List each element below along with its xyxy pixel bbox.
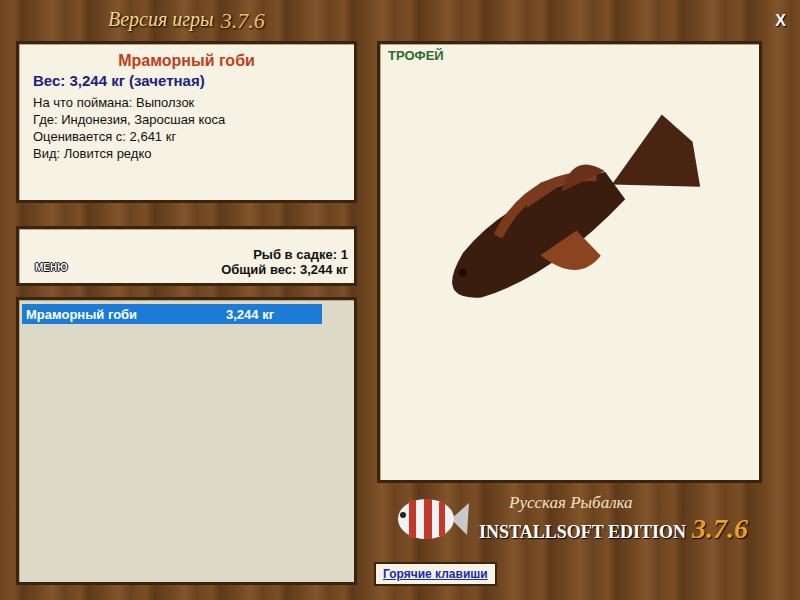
detail-line: Оценивается с: 2,641 кг <box>33 128 340 145</box>
catch-info-panel: Мраморный гоби Вес: 3,244 кг (зачетная) На… <box>16 41 357 203</box>
detail-line: На что поймана: Выползок <box>33 94 340 111</box>
detail-line: Вид: Ловится редко <box>33 145 340 162</box>
game-screen: Версия игры3.7.6 X Мраморный гоби Вес: 3,24… <box>0 0 800 600</box>
window-title: Версия игры3.7.6 <box>108 8 265 34</box>
close-button[interactable]: X <box>771 10 790 32</box>
trophy-badge: ТРОФЕЙ <box>388 48 444 63</box>
title-bar: Версия игры3.7.6 X <box>0 0 800 41</box>
brand-logo: Русская РыбалкаINSTALLSOFT EDITION3.7.6 <box>377 489 762 549</box>
fish-name: Мраморный гоби <box>33 52 340 70</box>
total-weight: Общий вес: 3,244 кг <box>221 262 348 277</box>
menu-button[interactable]: МЕНЮ <box>35 262 68 273</box>
fish-image <box>385 94 755 344</box>
fish-logo-icon <box>391 489 471 549</box>
trophy-panel: ТРОФЕЙ <box>377 41 762 483</box>
fish-count: Рыб в садке: 1 <box>221 247 348 262</box>
fish-weight: Вес: 3,244 кг (зачетная) <box>33 72 340 89</box>
catch-list: Мраморный гоби3,244 кг <box>16 297 357 585</box>
detail-line: Где: Индонезия, Заросшая коса <box>33 111 340 128</box>
catch-row[interactable]: Мраморный гоби3,244 кг <box>22 304 322 324</box>
hotkeys-button[interactable]: Горячие клавиши <box>374 562 497 586</box>
keepnet-panel: МЕНЮ Рыб в садке: 1Общий вес: 3,244 кг <box>16 226 357 286</box>
